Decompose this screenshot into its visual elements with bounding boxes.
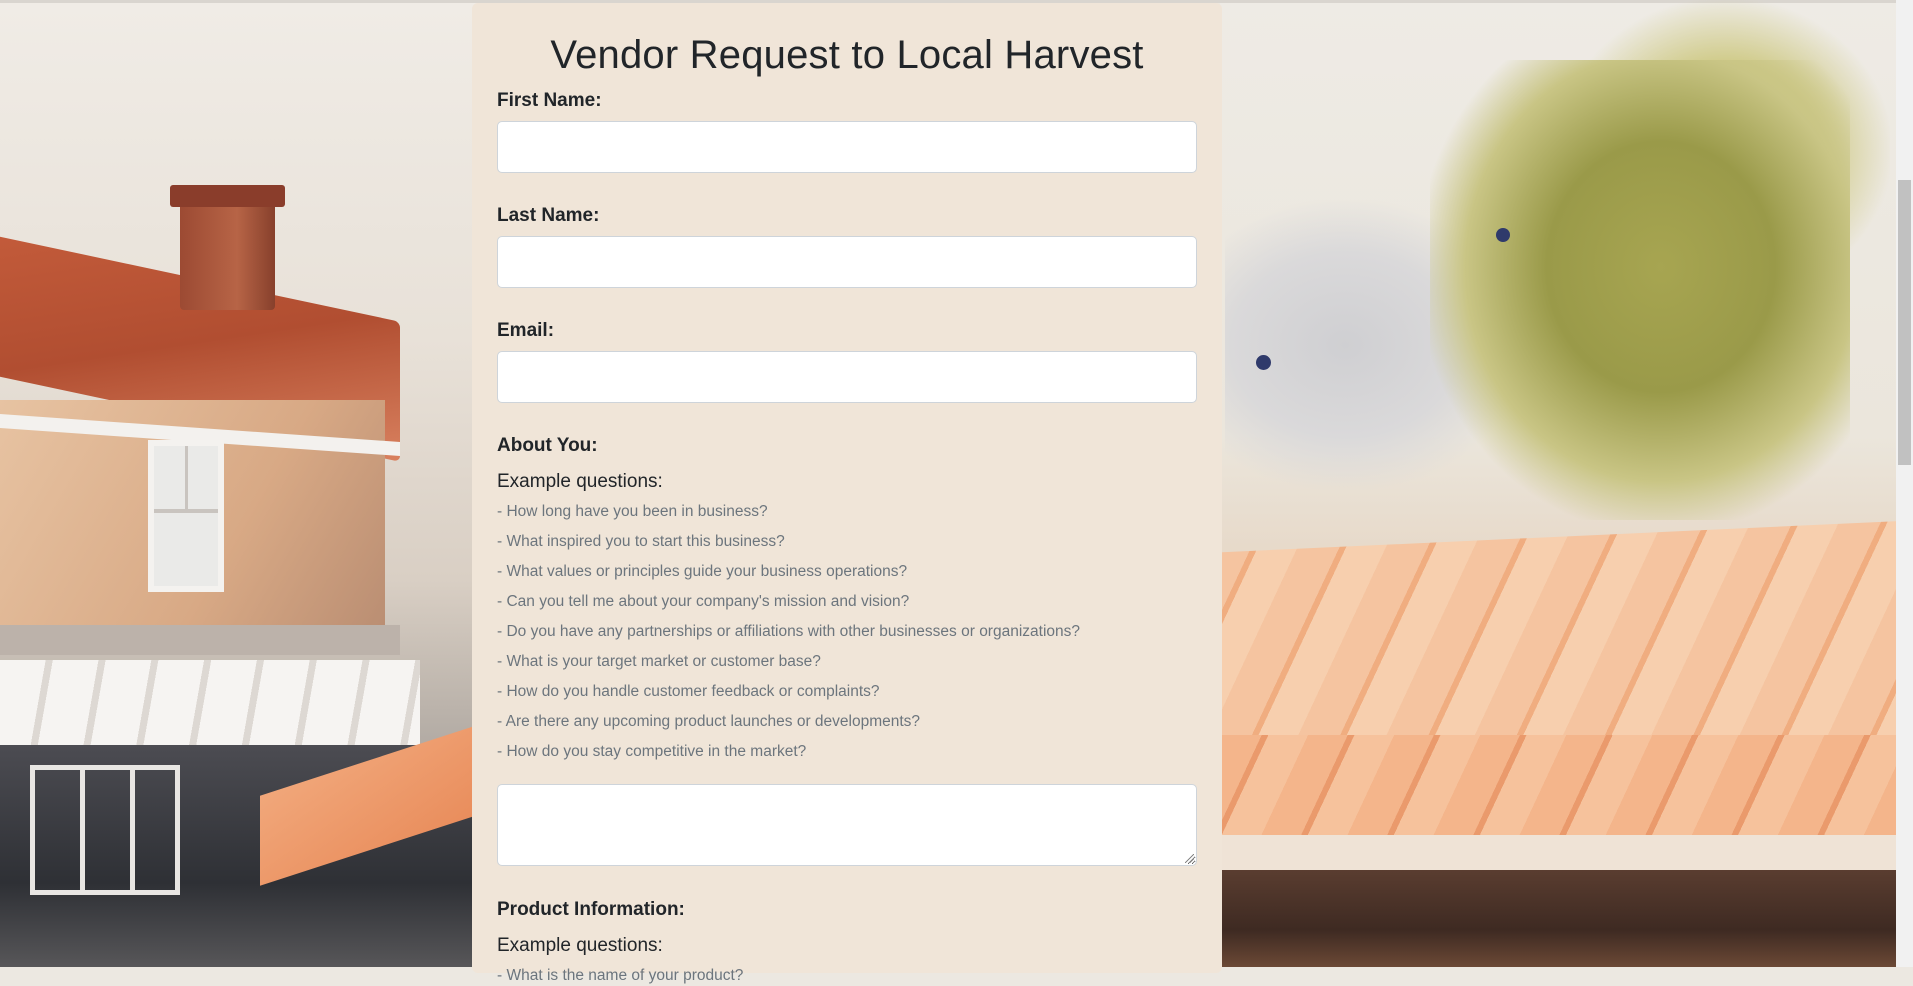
scrollbar-thumb[interactable] (1898, 180, 1911, 465)
product-example-heading: Example questions: (497, 935, 663, 956)
first-name-label: First Name: (497, 90, 602, 111)
vendor-request-form: Vendor Request to Local Harvest First Na… (472, 3, 1222, 984)
email-input[interactable] (497, 351, 1197, 403)
about-example-heading: Example questions: (497, 471, 663, 492)
page-scrollbar[interactable] (1896, 0, 1913, 967)
first-name-input[interactable] (497, 121, 1197, 173)
page-title: Vendor Request to Local Harvest (550, 33, 1144, 77)
example-question: - How do you handle customer feedback or… (497, 683, 880, 700)
last-name-input[interactable] (497, 236, 1197, 288)
about-you-label: About You: (497, 435, 598, 456)
example-question: - Do you have any partnerships or affili… (497, 623, 1081, 640)
example-question: - What values or principles guide your b… (497, 563, 908, 580)
example-question: - Can you tell me about your company's m… (497, 593, 910, 610)
example-question: - Are there any upcoming product launche… (497, 713, 921, 730)
product-information-label: Product Information: (497, 899, 685, 920)
example-question: - How do you stay competitive in the mar… (497, 743, 807, 760)
example-question: - What is the name of your product? (497, 967, 744, 984)
example-question: - What is your target market or customer… (497, 653, 821, 670)
example-question: - What inspired you to start this busine… (497, 533, 785, 550)
last-name-label: Last Name: (497, 205, 600, 226)
email-label: Email: (497, 320, 555, 341)
resize-handle-icon[interactable] (1185, 854, 1194, 863)
example-question: - How long have you been in business? (497, 503, 768, 520)
about-you-textarea[interactable] (497, 784, 1197, 866)
about-example-questions: - How long have you been in business? - … (497, 502, 1197, 762)
product-example-questions: - What is the name of your product? (497, 966, 1197, 986)
